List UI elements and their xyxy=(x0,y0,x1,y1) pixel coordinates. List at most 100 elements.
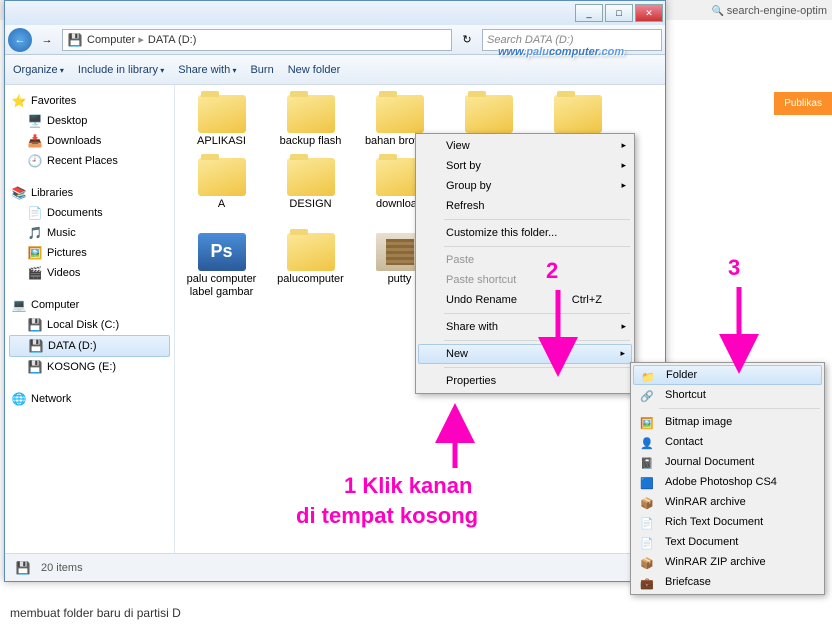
sidebar-music[interactable]: 🎵Music xyxy=(9,223,170,243)
menu-new[interactable]: New xyxy=(418,344,632,364)
file-label: palucomputer xyxy=(272,273,349,286)
shortcut-icon: 🔗 xyxy=(639,388,655,404)
drive-icon: 💾 xyxy=(27,359,43,375)
menu-view[interactable]: View xyxy=(418,136,632,156)
menu-refresh[interactable]: Refresh xyxy=(418,196,632,216)
newfolder-button[interactable]: New folder xyxy=(288,64,341,76)
forward-button[interactable]: → xyxy=(35,28,59,52)
crumb-data[interactable]: DATA (D:) xyxy=(148,34,196,46)
sidebar-downloads[interactable]: 📥Downloads xyxy=(9,131,170,151)
back-button[interactable]: ← xyxy=(8,28,32,52)
sidebar-pictures[interactable]: 🖼️Pictures xyxy=(9,243,170,263)
newmenu-journal[interactable]: 📓Journal Document xyxy=(633,452,822,472)
contact-icon: 👤 xyxy=(639,435,655,451)
address-bar[interactable]: 💾 Computer DATA (D:) xyxy=(62,29,452,51)
computer-icon: 💻 xyxy=(11,297,27,313)
sidebar-computer[interactable]: 💻Computer xyxy=(9,295,170,315)
menu-sharewith[interactable]: Share with xyxy=(418,317,632,337)
file-item[interactable]: A xyxy=(179,154,264,227)
documents-icon: 📄 xyxy=(27,205,43,221)
sidebar-localc[interactable]: 💾Local Disk (C:) xyxy=(9,315,170,335)
newmenu-shortcut[interactable]: 🔗Shortcut xyxy=(633,385,822,405)
refresh-button[interactable]: ↻ xyxy=(455,28,479,52)
folder-icon xyxy=(287,233,335,271)
crumb-computer[interactable]: Computer xyxy=(87,33,144,46)
file-item[interactable]: DESIGN xyxy=(268,154,353,227)
organize-button[interactable]: Organize xyxy=(13,64,64,76)
context-menu: View Sort by Group by Refresh Customize … xyxy=(415,133,635,394)
close-button[interactable]: ✕ xyxy=(635,4,663,22)
winrar-icon: 📦 xyxy=(639,495,655,511)
browser-tab: 🔍 search-engine-optim xyxy=(706,0,832,22)
file-item[interactable]: Pspalu computer label gambar xyxy=(179,229,264,302)
ps-icon: Ps xyxy=(198,233,246,271)
toolbar: Organize Include in library Share with B… xyxy=(5,55,665,85)
sidebar-network[interactable]: 🌐Network xyxy=(9,389,170,409)
minimize-button[interactable]: _ xyxy=(575,4,603,22)
newmenu-winrar[interactable]: 📦WinRAR archive xyxy=(633,492,822,512)
file-label: DESIGN xyxy=(272,198,349,211)
sidebar-libraries[interactable]: 📚Libraries xyxy=(9,183,170,203)
folder-icon: 📁 xyxy=(640,369,656,385)
newmenu-briefcase[interactable]: 💼Briefcase xyxy=(633,572,822,592)
file-label: palu computer label gambar xyxy=(183,273,260,298)
photoshop-icon: 🟦 xyxy=(639,475,655,491)
file-item[interactable]: palucomputer xyxy=(268,229,353,302)
menu-customize[interactable]: Customize this folder... xyxy=(418,223,632,243)
newmenu-bitmap[interactable]: 🖼️Bitmap image xyxy=(633,412,822,432)
folder-icon xyxy=(198,158,246,196)
sidebar: ⭐Favorites 🖥️Desktop 📥Downloads 🕘Recent … xyxy=(5,85,175,555)
menu-sort[interactable]: Sort by xyxy=(418,156,632,176)
menu-undo[interactable]: Undo RenameCtrl+Z xyxy=(418,290,632,310)
newmenu-ps[interactable]: 🟦Adobe Photoshop CS4 xyxy=(633,472,822,492)
sidebar-desktop[interactable]: 🖥️Desktop xyxy=(9,111,170,131)
bitmap-icon: 🖼️ xyxy=(639,415,655,431)
sidebar-datad[interactable]: 💾DATA (D:) xyxy=(9,335,170,357)
desktop-icon: 🖥️ xyxy=(27,113,43,129)
share-button[interactable]: Share with xyxy=(178,64,236,76)
sidebar-recent[interactable]: 🕘Recent Places xyxy=(9,151,170,171)
statusbar: 💾 20 items xyxy=(5,553,665,581)
rtf-icon: 📄 xyxy=(639,515,655,531)
status-count: 20 items xyxy=(41,562,83,574)
newmenu-folder[interactable]: 📁Folder xyxy=(633,365,822,385)
folder-icon xyxy=(465,95,513,133)
sidebar-kosonge[interactable]: 💾KOSONG (E:) xyxy=(9,357,170,377)
star-icon: ⭐ xyxy=(11,93,27,109)
annotation-3: 3 xyxy=(728,255,740,281)
drive-icon: 💾 xyxy=(28,338,44,354)
sidebar-documents[interactable]: 📄Documents xyxy=(9,203,170,223)
file-item[interactable]: APLIKASI xyxy=(179,91,264,152)
menu-group[interactable]: Group by xyxy=(418,176,632,196)
recent-icon: 🕘 xyxy=(27,153,43,169)
journal-icon: 📓 xyxy=(639,455,655,471)
file-label: backup flash xyxy=(272,135,349,148)
menu-pasteshortcut: Paste shortcut xyxy=(418,270,632,290)
videos-icon: 🎬 xyxy=(27,265,43,281)
include-button[interactable]: Include in library xyxy=(78,64,164,76)
folder-icon xyxy=(198,95,246,133)
search-input[interactable]: Search DATA (D:) xyxy=(482,29,662,51)
menu-paste: Paste xyxy=(418,250,632,270)
file-item[interactable]: backup flash xyxy=(268,91,353,152)
navbar: ← → 💾 Computer DATA (D:) ↻ Search DATA (… xyxy=(5,25,665,55)
sidebar-favorites[interactable]: ⭐Favorites xyxy=(9,91,170,111)
bottom-text: membuat folder baru di partisi D xyxy=(10,606,181,620)
newmenu-zip[interactable]: 📦WinRAR ZIP archive xyxy=(633,552,822,572)
newmenu-rtf[interactable]: 📄Rich Text Document xyxy=(633,512,822,532)
zip-icon: 📦 xyxy=(639,555,655,571)
menu-properties[interactable]: Properties xyxy=(418,371,632,391)
newmenu-txt[interactable]: 📄Text Document xyxy=(633,532,822,552)
sidebar-videos[interactable]: 🎬Videos xyxy=(9,263,170,283)
new-submenu: 📁Folder 🔗Shortcut 🖼️Bitmap image 👤Contac… xyxy=(630,362,825,595)
file-label: APLIKASI xyxy=(183,135,260,148)
newmenu-contact[interactable]: 👤Contact xyxy=(633,432,822,452)
file-label: A xyxy=(183,198,260,211)
downloads-icon: 📥 xyxy=(27,133,43,149)
music-icon: 🎵 xyxy=(27,225,43,241)
burn-button[interactable]: Burn xyxy=(250,64,273,76)
folder-icon xyxy=(287,158,335,196)
maximize-button[interactable]: □ xyxy=(605,4,633,22)
folder-icon xyxy=(287,95,335,133)
titlebar: _ □ ✕ xyxy=(5,1,665,25)
